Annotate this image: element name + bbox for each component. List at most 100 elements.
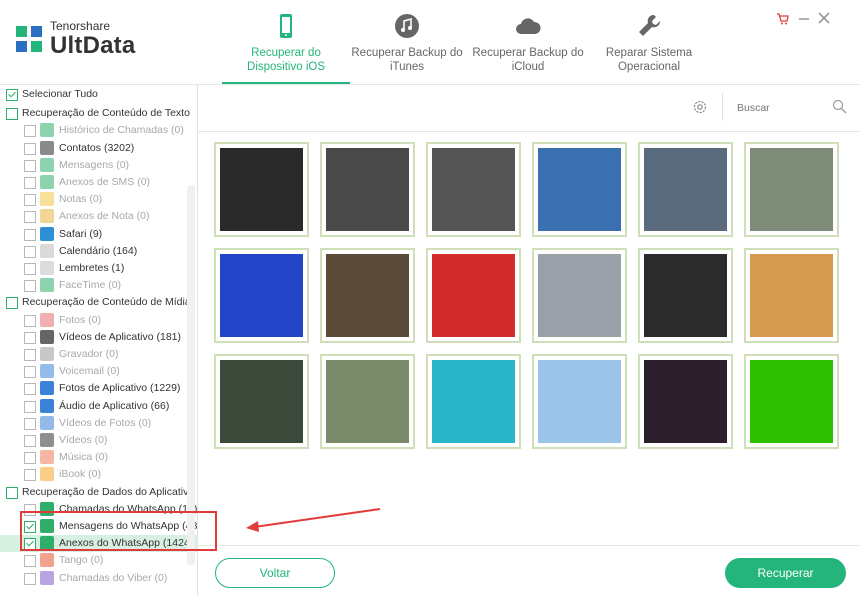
category-item[interactable]: Vídeos de Aplicativo (181)	[0, 329, 197, 346]
photo-thumbnail[interactable]	[214, 142, 309, 237]
category-item[interactable]: Calendário (164)	[0, 243, 197, 260]
text-doc-icon	[6, 108, 18, 121]
photo-thumbnail[interactable]	[320, 142, 415, 237]
category-checkbox[interactable]	[24, 400, 36, 413]
section-header[interactable]: Recuperação de Conteúdo de Mídia	[0, 294, 197, 311]
category-checkbox[interactable]	[24, 314, 36, 327]
photo-thumbnail[interactable]	[320, 248, 415, 343]
photo-thumbnail[interactable]	[426, 142, 521, 237]
category-item[interactable]: Mensagens (0)	[0, 157, 197, 174]
category-checkbox[interactable]	[24, 366, 36, 379]
photo-thumbnail[interactable]	[638, 248, 733, 343]
photo-thumbnail[interactable]	[214, 248, 309, 343]
photo-thumbnail[interactable]	[532, 354, 627, 449]
category-checkbox[interactable]	[24, 211, 36, 224]
category-checkbox[interactable]	[24, 159, 36, 172]
category-checkbox[interactable]	[24, 383, 36, 396]
category-item[interactable]: Anexos do WhatsApp (1424)	[0, 535, 197, 553]
category-item[interactable]: Safari (9)	[0, 226, 197, 243]
category-item[interactable]: Tango (0)	[0, 552, 197, 569]
category-item[interactable]: Anexos de SMS (0)	[0, 174, 197, 191]
category-label: Vídeos de Aplicativo (181)	[59, 330, 181, 343]
category-item[interactable]: Áudio de Aplicativo (66)	[0, 398, 197, 415]
category-item[interactable]: Fotos (0)	[0, 312, 197, 329]
photo-thumbnail[interactable]	[426, 354, 521, 449]
category-checkbox[interactable]	[24, 555, 36, 568]
category-item[interactable]: Histórico de Chamadas (0)	[0, 122, 197, 139]
photo-thumbnail[interactable]	[638, 142, 733, 237]
category-item[interactable]: Música (0)	[0, 449, 197, 466]
tab-label-line1: Recuperar do	[251, 47, 321, 59]
category-label: Chamadas do WhatsApp (10)	[59, 502, 198, 515]
dark-window-photo	[220, 148, 303, 231]
gear-icon[interactable]	[692, 99, 708, 115]
category-item[interactable]: Lembretes (1)	[0, 260, 197, 277]
photo-thumbnail[interactable]	[744, 248, 839, 343]
photo-thumbnail[interactable]	[532, 248, 627, 343]
back-button[interactable]: Voltar	[215, 558, 335, 588]
clapper-icon	[40, 433, 54, 447]
category-checkbox[interactable]	[24, 228, 36, 241]
category-checkbox[interactable]	[24, 538, 36, 551]
search-input[interactable]	[735, 97, 839, 119]
select-all-row[interactable]: Selecionar Tudo	[0, 86, 197, 103]
category-checkbox[interactable]	[24, 331, 36, 344]
category-checkbox[interactable]	[24, 469, 36, 482]
photo-thumbnail[interactable]	[320, 354, 415, 449]
category-checkbox[interactable]	[24, 435, 36, 447]
category-item[interactable]: FaceTime (0)	[0, 277, 197, 294]
tab-repair-os[interactable]: Reparar Sistema Operacional	[585, 0, 713, 84]
category-item[interactable]: Vídeos de Fotos (0)	[0, 415, 197, 432]
category-item[interactable]: Anexos de Nota (0)	[0, 208, 197, 225]
iphone-homescreen-photo	[538, 148, 621, 231]
category-item[interactable]: Chamadas do WhatsApp (10)	[0, 501, 197, 518]
category-checkbox[interactable]	[24, 417, 36, 430]
photo-thumbnail[interactable]	[744, 354, 839, 449]
category-checkbox[interactable]	[24, 245, 36, 258]
photo-thumbnail[interactable]	[532, 142, 627, 237]
category-item[interactable]: Contatos (3202)	[0, 140, 197, 157]
category-label: Mensagens do WhatsApp (48)	[59, 520, 198, 532]
category-checkbox[interactable]	[24, 177, 36, 189]
category-item[interactable]: Notas (0)	[0, 191, 197, 208]
category-item[interactable]: iBook (0)	[0, 466, 197, 483]
category-item[interactable]: Gravador (0)	[0, 346, 197, 363]
tab-recover-icloud-backup[interactable]: Recuperar Backup do iCloud	[464, 0, 592, 84]
category-checkbox[interactable]	[24, 280, 36, 293]
category-item[interactable]: Chamadas do Viber (0)	[0, 570, 197, 587]
paperclip-icon	[40, 209, 54, 224]
category-checkbox[interactable]	[24, 503, 36, 516]
tab-recover-ios-device[interactable]: Recuperar do Dispositivo iOS	[222, 0, 350, 84]
category-item[interactable]: Mensagens do WhatsApp (48)	[0, 518, 197, 535]
category-checkbox[interactable]	[24, 125, 36, 138]
category-checkbox[interactable]	[24, 572, 36, 585]
photo-thumbnail[interactable]	[638, 354, 733, 449]
category-checkbox[interactable]	[24, 521, 36, 533]
category-checkbox[interactable]	[24, 194, 36, 207]
category-item[interactable]: Fotos de Aplicativo (1229)	[0, 380, 197, 397]
category-label: Contatos (3202)	[59, 141, 135, 154]
recover-button[interactable]: Recuperar	[725, 558, 846, 588]
cart-icon[interactable]	[776, 12, 790, 26]
category-label: Safari (9)	[59, 227, 103, 240]
section-header[interactable]: Recuperação de Conteúdo de Texto	[0, 105, 197, 122]
photo-thumbnail[interactable]	[426, 248, 521, 343]
category-item[interactable]: Voicemail (0)	[0, 363, 197, 380]
category-label: Vídeos de Fotos (0)	[59, 416, 152, 429]
minimize-icon[interactable]	[798, 12, 810, 24]
section-header[interactable]: Recuperação de Dados do Aplicativo	[0, 484, 197, 501]
tab-recover-itunes-backup[interactable]: Recuperar Backup do iTunes	[343, 0, 471, 84]
photo-thumbnail[interactable]	[744, 142, 839, 237]
category-checkbox[interactable]	[24, 142, 36, 155]
select-all-checkbox[interactable]	[6, 89, 18, 101]
category-checkbox[interactable]	[24, 263, 36, 275]
tab-label-line1: Recuperar Backup do	[472, 47, 584, 59]
paperclip-icon	[40, 536, 54, 551]
category-item[interactable]: Vídeos (0)	[0, 432, 197, 449]
sidebar-scrollbar[interactable]	[187, 185, 195, 565]
category-checkbox[interactable]	[24, 452, 36, 465]
close-icon[interactable]	[818, 12, 830, 24]
category-checkbox[interactable]	[24, 349, 36, 361]
photo-thumbnail[interactable]	[214, 354, 309, 449]
search-icon[interactable]	[832, 99, 847, 114]
